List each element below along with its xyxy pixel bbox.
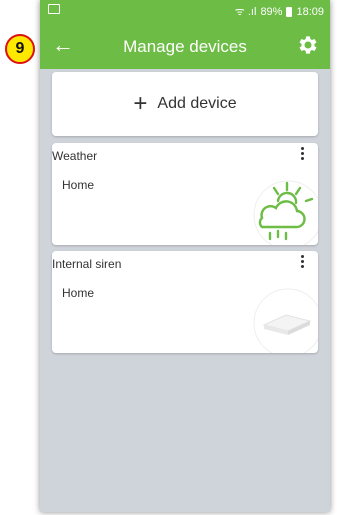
battery-icon [286, 6, 293, 17]
device-location: Home [62, 178, 95, 192]
device-card-internal-siren[interactable]: Internal siren Home [52, 251, 318, 353]
more-options-icon[interactable] [298, 255, 306, 273]
more-options-icon[interactable] [298, 147, 306, 165]
device-location: Home [62, 286, 95, 300]
step-number-badge: 9 [5, 34, 35, 64]
gallery-notification-icon [48, 4, 60, 14]
device-name: Internal siren [52, 257, 122, 271]
page-title: Manage devices [123, 37, 247, 56]
status-bar: ᯤ .ıl 89% 18:09 [40, 0, 330, 23]
weather-icon [246, 173, 318, 245]
siren-icon [246, 281, 318, 353]
status-indicators: ᯤ .ıl 89% 18:09 [235, 4, 324, 19]
phone-screen: ᯤ .ıl 89% 18:09 ← Manage devices + Add d… [40, 0, 330, 512]
step-number: 9 [15, 40, 25, 57]
app-bar: ← Manage devices [40, 23, 330, 69]
battery-percent: 89% [260, 5, 283, 18]
signal-icon: ᯤ .ıl [234, 6, 257, 18]
add-device-button[interactable]: + Add device [52, 72, 318, 136]
clock: 18:09 [296, 5, 324, 18]
add-device-label: Add device [157, 95, 237, 112]
plus-icon: + [133, 90, 148, 117]
device-card-weather[interactable]: Weather Home [52, 143, 318, 245]
device-name: Weather [52, 149, 98, 163]
gear-icon[interactable] [296, 33, 320, 57]
